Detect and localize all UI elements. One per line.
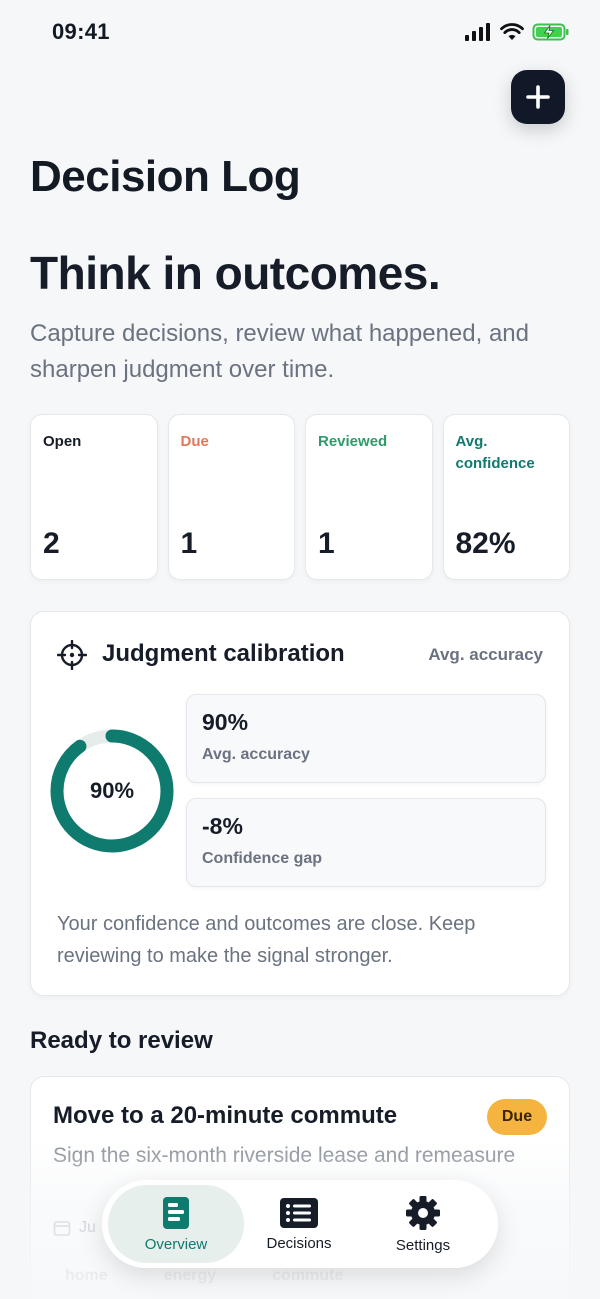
metric-label: Avg. accuracy (202, 746, 310, 763)
crosshair-icon (57, 640, 87, 670)
calibration-note: Your confidence and outcomes are close. … (57, 913, 476, 967)
stat-label: Avg. confidence (455, 433, 535, 472)
tab-label: Settings (395, 1236, 451, 1254)
tab-label: Decisions (266, 1234, 332, 1252)
page: 09:41 Decision Log Think in outcomes. Ca… (0, 0, 600, 1299)
calibration-side-label: Avg. accuracy (428, 645, 543, 664)
stat-label: Open (43, 433, 82, 450)
battery-charging-icon (532, 23, 569, 41)
stat-label: Reviewed (318, 433, 388, 450)
signal-icon (465, 23, 490, 41)
status-icons (464, 22, 570, 42)
stat-card-open[interactable]: Open 2 (30, 414, 158, 580)
metric-value: 90% (202, 709, 249, 735)
calibration-title: Judgment calibration (102, 640, 345, 667)
app-title: Decision Log (30, 152, 301, 201)
review-title: Move to a 20-minute commute (53, 1102, 398, 1129)
tab-settings[interactable]: Settings (358, 1185, 488, 1263)
calibration-card: Judgment calibration Avg. accuracy 90% 9… (30, 611, 570, 996)
metric-label: Confidence gap (202, 850, 323, 867)
metric-confidence-gap: -8% Confidence gap (186, 798, 546, 887)
tag: energy (163, 1267, 217, 1284)
stat-card-reviewed[interactable]: Reviewed 1 (305, 414, 433, 580)
tag: commute (272, 1267, 344, 1284)
stat-value: 1 (318, 527, 335, 560)
metric-value: -8% (202, 813, 243, 839)
hero-subtitle: Capture decisions, review what happened,… (30, 320, 529, 383)
review-date: Ju (79, 1219, 96, 1236)
wifi-icon (500, 23, 524, 40)
list-icon (280, 1197, 318, 1228)
stat-value: 82% (455, 527, 516, 560)
tab-bar: Overview Decisions Settings (102, 1180, 498, 1268)
status-bar: 09:41 (0, 0, 600, 66)
stat-value: 2 (43, 527, 60, 560)
hero-title: Think in outcomes. (30, 247, 441, 299)
stat-card-due[interactable]: Due 1 (167, 414, 295, 580)
status-time: 09:41 (52, 19, 110, 44)
calendar-icon (53, 1221, 71, 1236)
review-description: Sign the six-month riverside lease and r… (53, 1144, 516, 1167)
plus-icon (526, 85, 550, 109)
stat-label: Due (180, 433, 209, 450)
section-title-ready-to-review: Ready to review (30, 1027, 213, 1054)
stat-value: 1 (180, 527, 198, 560)
add-decision-button[interactable] (511, 70, 565, 124)
metric-avg-accuracy: 90% Avg. accuracy (186, 694, 546, 783)
tag-list: home energy commute (53, 1265, 355, 1287)
tab-decisions[interactable]: Decisions (234, 1185, 364, 1263)
tag: home (65, 1267, 108, 1284)
due-badge: Due (487, 1099, 547, 1135)
tab-overview[interactable]: Overview (108, 1185, 244, 1263)
stats-row: Open 2 Due 1 Reviewed 1 Avg. confidence … (30, 414, 570, 580)
overview-icon (163, 1196, 189, 1229)
review-meta: Ju (53, 1219, 96, 1237)
tab-label: Overview (144, 1235, 208, 1253)
stat-card-avg-confidence[interactable]: Avg. confidence 82% (442, 414, 570, 580)
gear-icon (406, 1195, 440, 1230)
accuracy-ring-value: 90% (89, 778, 135, 803)
